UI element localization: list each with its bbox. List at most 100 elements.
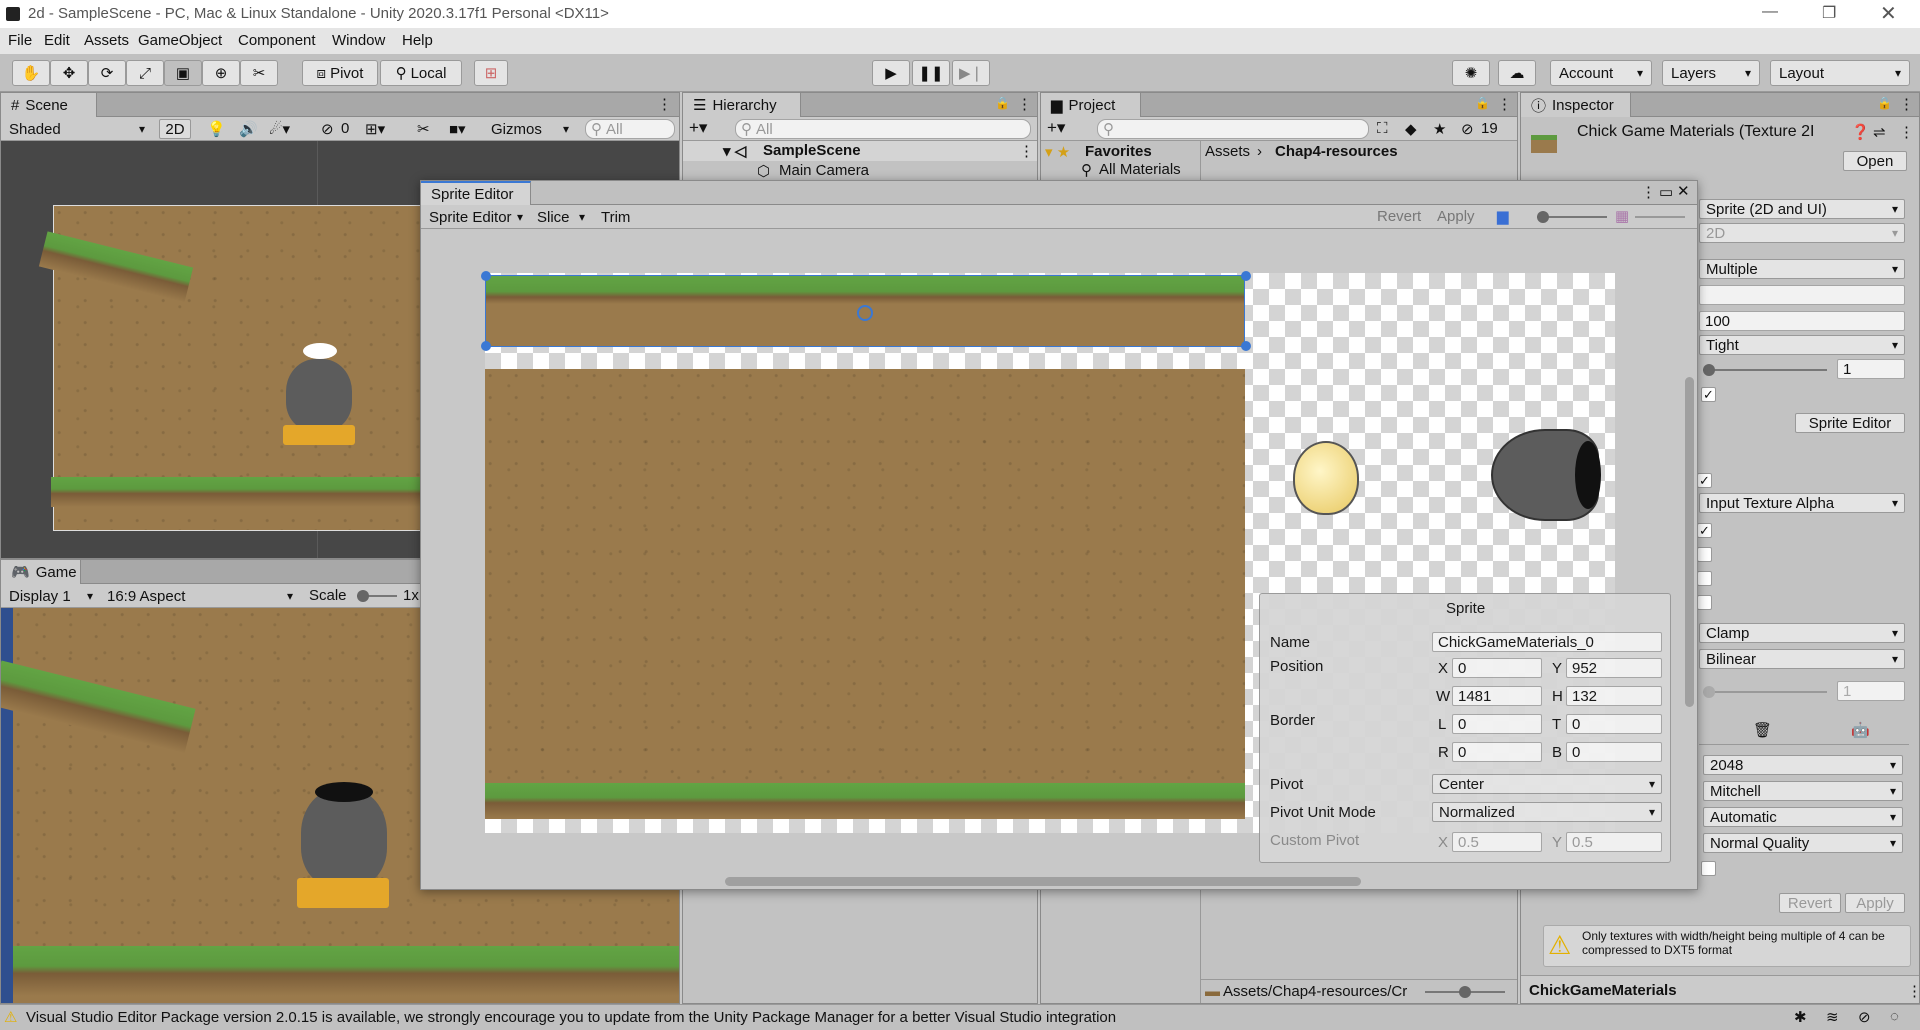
layout-dropdown[interactable]: Layout xyxy=(1770,60,1910,86)
apply-button[interactable]: Apply xyxy=(1437,208,1475,225)
wrap-mode-dropdown[interactable]: Clamp xyxy=(1699,623,1905,643)
menu-gameobject[interactable]: GameObject xyxy=(138,32,222,49)
preset-icon[interactable]: ⇌ xyxy=(1873,123,1886,141)
favorite-star-icon[interactable]: ★ xyxy=(1433,120,1446,138)
tab-game[interactable]: 🎮 Game xyxy=(1,560,81,584)
layers-stack-icon[interactable]: ≋ xyxy=(1826,1008,1839,1026)
tools-icon[interactable]: ✂ xyxy=(417,120,430,138)
search-by-type-icon[interactable]: ⛶ xyxy=(1377,120,1388,137)
visibility-icon[interactable]: ⊘ xyxy=(1858,1008,1871,1026)
open-button[interactable]: Open xyxy=(1843,151,1907,171)
gizmos-dropdown[interactable]: Gizmos xyxy=(485,119,575,139)
compression-dropdown[interactable]: Normal Quality xyxy=(1703,833,1903,853)
lock-icon[interactable]: 🔒 xyxy=(1475,96,1490,110)
menu-edit[interactable]: Edit xyxy=(44,32,70,49)
step-icon[interactable]: ▶❘ xyxy=(952,60,990,86)
position-x-input[interactable]: 0 xyxy=(1452,658,1542,678)
lighting-icon[interactable]: 💡 xyxy=(207,120,226,138)
effects-icon[interactable]: ☄▾ xyxy=(269,120,290,138)
sprite-editor-button[interactable]: Sprite Editor xyxy=(1795,413,1905,433)
list-item[interactable]: ▾ ◁ SampleScene ⋮ xyxy=(683,141,1037,161)
mesh-type-dropdown[interactable]: Tight xyxy=(1699,335,1905,355)
selection-handle-tl[interactable] xyxy=(481,271,491,281)
vertical-scrollbar-thumb[interactable] xyxy=(1685,377,1694,707)
favorites-folder[interactable]: Favorites xyxy=(1085,143,1152,160)
minimize-button[interactable]: — xyxy=(1762,3,1778,21)
play-icon[interactable]: ▶ xyxy=(872,60,910,86)
scale-slider[interactable] xyxy=(357,590,397,602)
border-l-input[interactable]: 0 xyxy=(1452,714,1542,734)
alpha-transparency-checkbox[interactable]: ✓ xyxy=(1697,523,1712,538)
extrude-slider[interactable] xyxy=(1703,364,1827,376)
border-b-input[interactable]: 0 xyxy=(1566,742,1662,762)
rgb-toggle-icon[interactable]: ▆ xyxy=(1497,207,1509,225)
mip-slider[interactable] xyxy=(1635,216,1685,218)
zoom-slider-handle[interactable] xyxy=(1537,211,1549,223)
extrude-slider-handle[interactable] xyxy=(1703,364,1715,376)
size-w-input[interactable]: 1481 xyxy=(1452,686,1542,706)
scene-search-input[interactable]: ⚲ All xyxy=(585,119,675,139)
generate-physics-checkbox[interactable]: ✓ xyxy=(1701,387,1716,402)
maximize-button[interactable]: ❐ xyxy=(1822,3,1836,23)
lock-icon[interactable]: 🔒 xyxy=(995,96,1010,110)
menu-file[interactable]: File xyxy=(8,32,32,49)
aniso-slider-handle[interactable] xyxy=(1703,686,1715,698)
pivot-dropdown[interactable]: Center xyxy=(1432,774,1662,794)
toggle-2d-button[interactable]: 2D xyxy=(159,119,191,139)
search-by-label-icon[interactable]: ◆ xyxy=(1405,120,1417,138)
alpha-toggle-icon[interactable]: ▦ xyxy=(1615,207,1629,225)
lock-icon[interactable]: 🔒 xyxy=(1877,96,1892,110)
sprite-canvas[interactable]: Sprite Name ChickGameMaterials_0 Positio… xyxy=(421,229,1694,889)
kebab-menu-icon[interactable]: ⋮ xyxy=(1019,142,1034,160)
kebab-menu-icon[interactable]: ⋮ xyxy=(1641,183,1656,201)
platform-android-icon[interactable]: 🤖 xyxy=(1851,721,1870,739)
move-tool-icon[interactable]: ✥ xyxy=(50,60,88,86)
size-h-input[interactable]: 132 xyxy=(1566,686,1662,706)
kebab-menu-icon[interactable]: ⋮ xyxy=(1497,95,1512,113)
menu-assets[interactable]: Assets xyxy=(84,32,129,49)
kebab-menu-icon[interactable]: ⋮ xyxy=(1899,123,1914,141)
collab-icon[interactable]: ✺ xyxy=(1452,60,1490,86)
texture-type-dropdown[interactable]: Sprite (2D and UI) xyxy=(1699,199,1905,219)
all-materials-item[interactable]: All Materials xyxy=(1099,161,1181,178)
menu-help[interactable]: Help xyxy=(402,32,433,49)
camera-icon[interactable]: ■▾ xyxy=(449,120,466,138)
tab-project[interactable]: ▆ Project xyxy=(1041,93,1141,117)
generate-mipmaps-checkbox[interactable] xyxy=(1697,595,1712,610)
grid-toggle-icon[interactable]: ⊞▾ xyxy=(365,120,385,138)
border-r-input[interactable]: 0 xyxy=(1452,742,1542,762)
close-icon[interactable]: ✕ xyxy=(1677,182,1690,200)
icon-size-slider-handle[interactable] xyxy=(1459,986,1471,998)
grid-snap-icon[interactable]: ⊞ xyxy=(474,60,508,86)
alpha-source-dropdown[interactable]: Input Texture Alpha xyxy=(1699,493,1905,513)
extrude-input[interactable]: 1 xyxy=(1837,359,1905,379)
sprite-slice-ground[interactable] xyxy=(485,783,1245,819)
vertical-scrollbar[interactable] xyxy=(1683,237,1697,867)
sprite-mode-dropdown[interactable]: Multiple xyxy=(1699,259,1905,279)
hierarchy-search-input[interactable]: ⚲ All xyxy=(735,119,1031,139)
filter-mode-dropdown[interactable]: Bilinear xyxy=(1699,649,1905,669)
scale-tool-icon[interactable]: ⤢ xyxy=(126,60,164,86)
ignore-png-gamma-checkbox[interactable] xyxy=(1697,547,1712,562)
list-item[interactable]: ⬡ Main Camera xyxy=(683,161,1037,181)
sprite-slice-background[interactable] xyxy=(485,369,1245,819)
tab-sprite-editor[interactable]: Sprite Editor xyxy=(421,181,531,205)
pause-icon[interactable]: ❚❚ xyxy=(912,60,950,86)
add-object-button[interactable]: +▾ xyxy=(689,118,707,138)
pixels-per-unit-input[interactable]: 100 xyxy=(1699,311,1905,331)
inspector-revert-button[interactable]: Revert xyxy=(1779,893,1841,913)
icon-size-slider[interactable] xyxy=(1425,986,1505,998)
kebab-menu-icon[interactable]: ⋮ xyxy=(1899,95,1914,113)
kebab-menu-icon[interactable]: ⋮ xyxy=(1017,95,1032,113)
hand-tool-icon[interactable]: ✋ xyxy=(12,60,50,86)
platform-default-icon[interactable]: 🗑 xyxy=(1753,721,1772,739)
layers-dropdown[interactable]: Layers xyxy=(1662,60,1760,86)
kebab-menu-icon[interactable]: ⋮ xyxy=(1907,982,1919,1000)
crunch-compression-checkbox[interactable] xyxy=(1701,861,1716,876)
progress-icon[interactable]: ◌ xyxy=(1890,1008,1899,1025)
revert-button[interactable]: Revert xyxy=(1377,208,1421,225)
format-dropdown[interactable]: Automatic xyxy=(1703,807,1903,827)
custom-pivot-x-input[interactable]: 0.5 xyxy=(1452,832,1542,852)
custom-pivot-y-input[interactable]: 0.5 xyxy=(1566,832,1662,852)
transform-tool-icon[interactable]: ⊕ xyxy=(202,60,240,86)
